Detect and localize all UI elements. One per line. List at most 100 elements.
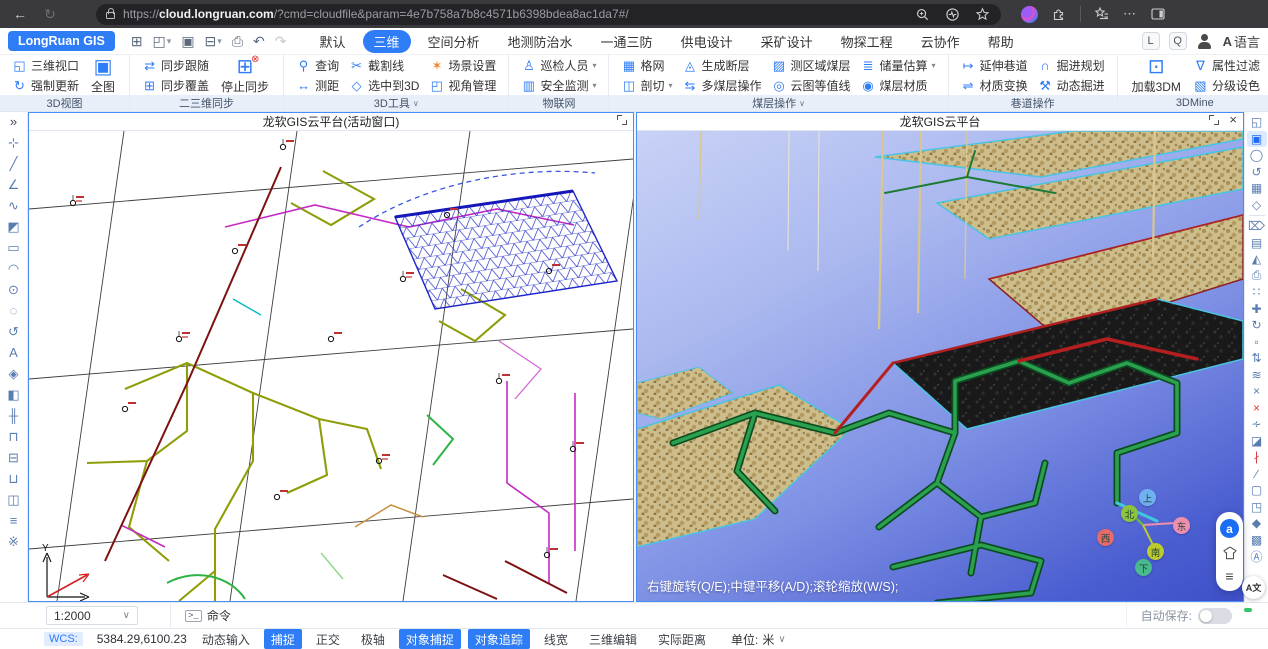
spring-tool[interactable]: ≋ <box>1247 367 1267 384</box>
status-toggle-4[interactable]: 对象捕捉 <box>399 629 461 649</box>
force-refresh-button[interactable]: ↻强制更新 <box>9 76 82 95</box>
hatch-tool-tool[interactable]: ◈ <box>4 363 24 384</box>
rect-node-tool[interactable]: ▢ <box>1247 482 1267 499</box>
menu-tab-6[interactable]: 采矿设计 <box>750 30 824 53</box>
distribute-h-tool-tool[interactable]: ◫ <box>4 489 24 510</box>
node-probe-tool[interactable]: ∻ <box>1247 416 1267 433</box>
distribute-v-tool-tool[interactable]: ≡ <box>4 510 24 531</box>
box-3d-tool[interactable]: ◇ <box>1247 197 1267 214</box>
expand-sidebar-button[interactable]: » <box>10 114 17 132</box>
address-bar[interactable]: https://cloud.longruan.com/?cmd=cloudfil… <box>96 4 1001 25</box>
full-extent-tool[interactable]: ▣ <box>1247 131 1267 148</box>
translate-button[interactable]: A文 <box>1242 576 1265 599</box>
menu-tab-0[interactable]: 默认 <box>308 30 356 53</box>
select-to-3d-button[interactable]: ◇选中到3D <box>346 76 422 95</box>
status-toggle-3[interactable]: 极轴 <box>354 629 392 649</box>
viewport-3d-button[interactable]: ◱三维视口 <box>9 56 82 75</box>
revision-arc-tool-tool[interactable]: ↺ <box>4 321 24 342</box>
map-view-tool[interactable]: ▦ <box>1247 180 1267 197</box>
section-cut-button[interactable]: ◫剖切▾ <box>618 76 675 95</box>
trim-tool[interactable]: ∕ <box>1247 466 1267 483</box>
array-tool[interactable]: ∷ <box>1247 284 1267 301</box>
sync-overlay-button[interactable]: ⊞同步覆盖 <box>139 76 212 95</box>
gizmo-node-1[interactable]: 北 <box>1121 505 1138 522</box>
extend-tunnel-button[interactable]: ↦延伸巷道 <box>958 56 1031 75</box>
polyline-tool-tool[interactable]: ∠ <box>4 174 24 195</box>
status-toggle-8[interactable]: 实际距离 <box>651 629 713 649</box>
viewport-3d-tool[interactable]: ◱ <box>1247 114 1267 131</box>
rotate-text-tool[interactable]: Ⓐ <box>1247 548 1267 565</box>
status-toggle-7[interactable]: 三维编辑 <box>582 629 644 649</box>
polygon-tool-tool[interactable]: ◩ <box>4 216 24 237</box>
query-button[interactable]: ⚲查询 <box>293 56 342 75</box>
menu-tab-7[interactable]: 物探工程 <box>830 30 904 53</box>
favorite-star-icon[interactable] <box>973 5 991 23</box>
spline-tool-tool[interactable]: ∿ <box>4 195 24 216</box>
stop-sync-button[interactable]: ⊞⊗停止同步 <box>216 57 274 95</box>
gizmo-node-5[interactable]: 下 <box>1135 559 1152 576</box>
hatch-fill-tool[interactable]: ▩ <box>1247 532 1267 549</box>
heading-plan-button[interactable]: ∩掘进规划 <box>1035 56 1108 75</box>
status-toggle-1[interactable]: 捕捉 <box>264 629 302 649</box>
align-left-tool-tool[interactable]: ◧ <box>4 384 24 405</box>
point-tool-tool[interactable]: ⊹ <box>4 132 24 153</box>
inspection-staff-button[interactable]: ♙巡检人员▾ <box>518 56 599 75</box>
generate-fault-button[interactable]: ◬生成断层 <box>680 56 765 75</box>
map-canvas-2d[interactable]: Y <box>29 131 633 601</box>
menu-tab-1[interactable]: 三维 <box>363 30 411 53</box>
delete-tool[interactable]: ⌦ <box>1247 218 1267 235</box>
clip-region-tool[interactable]: ◪ <box>1247 433 1267 450</box>
snap-point-tool[interactable]: × <box>1247 400 1267 417</box>
unit-select[interactable]: 单位: 米 ∨ <box>731 631 786 648</box>
move-tool[interactable]: ✚ <box>1247 301 1267 318</box>
stamp-tool[interactable]: ⎙ <box>1247 268 1267 285</box>
scene-settings-button[interactable]: ✶场景设置 <box>426 56 499 75</box>
free-move-tool-tool[interactable]: ※ <box>4 531 24 552</box>
gizmo-node-4[interactable]: 南 <box>1147 543 1164 560</box>
grid-net-button[interactable]: ▦格网 <box>618 56 675 75</box>
user-account-icon[interactable] <box>1196 32 1214 50</box>
load-3dm-button[interactable]: ⊡加载3DM <box>1127 57 1186 95</box>
theme-shirt-icon[interactable] <box>1221 545 1239 561</box>
status-toggle-5[interactable]: 对象追踪 <box>468 629 530 649</box>
annotation-tool[interactable]: ▤ <box>1247 235 1267 252</box>
browser-refresh-button[interactable]: ↻ <box>38 6 62 23</box>
gizmo-node-0[interactable]: 上 <box>1139 489 1156 506</box>
scale-select[interactable]: 1:2000 ∨ <box>46 606 138 625</box>
open-file-button[interactable]: ◰▾ <box>149 33 176 50</box>
command-button[interactable]: >_ 命令 <box>170 603 231 628</box>
text-tool-tool[interactable]: A <box>4 342 24 363</box>
attribute-filter-button[interactable]: ∇属性过滤 <box>1190 56 1263 75</box>
break-line-tool[interactable]: ∤ <box>1247 449 1267 466</box>
rectangle-tool-tool[interactable]: ▭ <box>4 237 24 258</box>
undo-button[interactable]: ↶ <box>249 33 269 50</box>
collections-icon[interactable] <box>1093 5 1111 23</box>
maximize-3d-icon[interactable] <box>1209 115 1219 125</box>
align-bottom-tool-tool[interactable]: ⊔ <box>4 468 24 489</box>
menu-tab-8[interactable]: 云协作 <box>910 30 971 53</box>
align-center-tool-tool[interactable]: ╫ <box>4 405 24 426</box>
dock-menu-button[interactable]: ≡ <box>1225 568 1233 584</box>
contour-cloud-button[interactable]: ◎云图等值线 <box>769 76 854 95</box>
view3d-canvas[interactable]: 上北东西南下 右键旋转(Q/E);中键平移(A/D);滚轮缩放(W/S); <box>637 131 1243 601</box>
cut-line-button[interactable]: ✂截割线 <box>346 56 422 75</box>
material-swap-button[interactable]: ⇌材质变换 <box>958 76 1031 95</box>
sync-follow-button[interactable]: ⇄同步跟随 <box>139 56 212 75</box>
region-seam-measure-button[interactable]: ▨测区域煤层 <box>769 56 854 75</box>
measure-distance-button[interactable]: ↔测距 <box>293 76 342 95</box>
force-refresh-tool[interactable]: ◯ <box>1247 147 1267 164</box>
brand-button[interactable]: LongRuan GIS <box>8 31 115 51</box>
close-3d-icon[interactable]: × <box>1229 115 1237 125</box>
browser-more-button[interactable]: ⋯ <box>1123 6 1137 22</box>
arc-tool-tool[interactable]: ◠ <box>4 258 24 279</box>
full-extent-button[interactable]: ▣全图 <box>86 57 120 95</box>
distribute-tool[interactable]: ⇅ <box>1247 350 1267 367</box>
menu-tab-5[interactable]: 供电设计 <box>670 30 744 53</box>
gizmo-node-3[interactable]: 西 <box>1097 529 1114 546</box>
maximize-2d-icon[interactable] <box>617 115 627 125</box>
ellipse-tool-tool[interactable]: ◌ <box>4 300 24 321</box>
new-file-button[interactable]: ⊞ <box>127 33 147 50</box>
status-toggle-0[interactable]: 动态输入 <box>195 629 257 649</box>
align-top-tool-tool[interactable]: ⊓ <box>4 426 24 447</box>
solid-box-tool[interactable]: ◆ <box>1247 515 1267 532</box>
